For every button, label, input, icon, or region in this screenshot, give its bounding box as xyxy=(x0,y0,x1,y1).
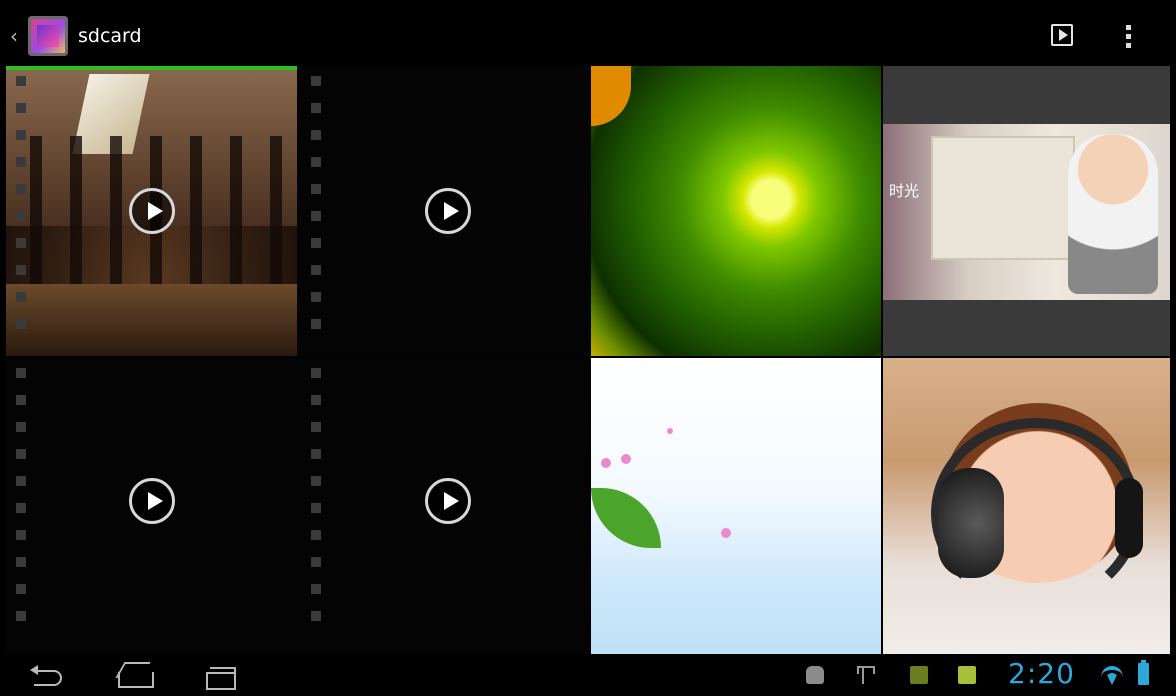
photo-caption: 时光 xyxy=(889,182,920,200)
video-thumbnail-dance[interactable] xyxy=(6,66,297,356)
film-sprocket xyxy=(16,358,28,654)
slideshow-icon[interactable] xyxy=(1051,24,1073,46)
recent-apps-icon[interactable] xyxy=(196,660,244,690)
system-bar: 2:20 xyxy=(0,654,1176,696)
play-icon[interactable] xyxy=(129,188,175,234)
image-thumbnail-baby-portrait[interactable]: 时光 xyxy=(883,66,1170,356)
selection-bar xyxy=(6,66,297,70)
gallery-window: ‹ sdcard 时光 xyxy=(6,6,1170,654)
image-thumbnail-kiwi[interactable] xyxy=(591,66,881,356)
play-icon[interactable] xyxy=(425,188,471,234)
film-sprocket xyxy=(16,66,28,356)
home-icon[interactable] xyxy=(110,660,158,690)
gallery-app-icon[interactable] xyxy=(28,16,68,56)
usb-icon[interactable] xyxy=(857,666,875,684)
clock[interactable]: 2:20 xyxy=(1008,656,1075,692)
video-thumbnail-dark[interactable] xyxy=(297,66,591,356)
play-icon[interactable] xyxy=(129,478,175,524)
notification-check-icon[interactable] xyxy=(958,666,976,684)
wifi-icon[interactable] xyxy=(1101,666,1123,684)
chevron-left-icon[interactable]: ‹ xyxy=(10,24,18,48)
action-bar: ‹ sdcard xyxy=(6,6,1170,66)
film-sprocket xyxy=(311,358,323,654)
back-icon[interactable] xyxy=(26,660,74,690)
notification-app-icon[interactable] xyxy=(910,666,928,684)
overflow-menu-icon[interactable] xyxy=(1126,23,1136,51)
album-title[interactable]: sdcard xyxy=(78,24,142,48)
video-thumbnail-dark[interactable] xyxy=(6,358,297,654)
image-thumbnail-illustration[interactable] xyxy=(591,358,881,654)
battery-icon[interactable] xyxy=(1138,660,1149,685)
play-icon[interactable] xyxy=(425,478,471,524)
film-sprocket xyxy=(311,66,323,356)
video-thumbnail-dark[interactable] xyxy=(297,358,591,654)
media-grid: 时光 xyxy=(6,66,1170,654)
android-debug-icon[interactable] xyxy=(806,666,824,684)
image-thumbnail-baby-headphones[interactable] xyxy=(883,358,1170,654)
